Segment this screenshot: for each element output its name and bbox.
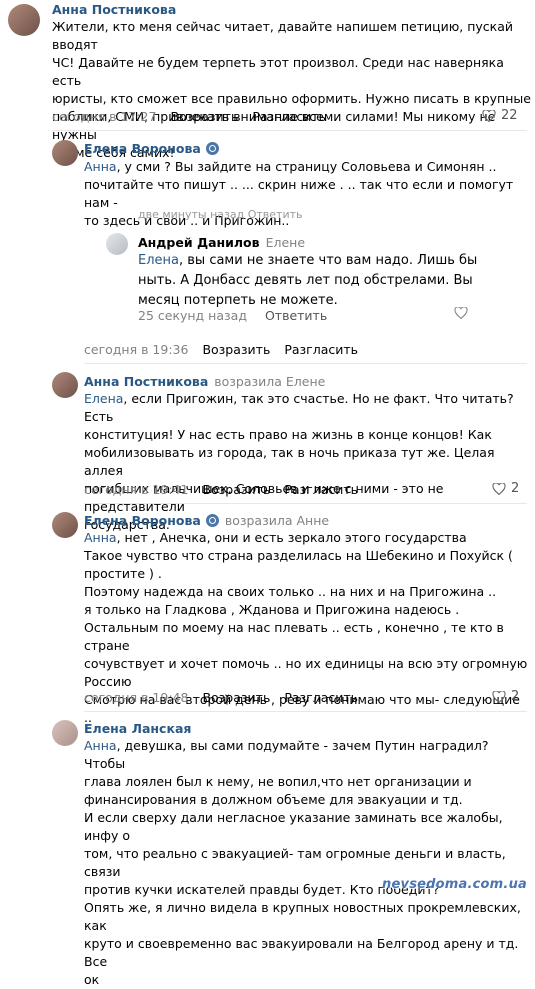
divider [84, 363, 527, 364]
avatar[interactable] [8, 4, 40, 36]
verified-badge-icon [205, 142, 219, 155]
comment-meta: сегодня в 19:48 Возразить Разгласить [84, 690, 358, 705]
share-button[interactable]: Разгласить [284, 482, 358, 497]
verified-badge-icon [205, 514, 219, 527]
comment-time[interactable]: 25 секунд назад [138, 308, 247, 323]
comment-meta: сегодня в 17:27 Возразить Разгласить [52, 109, 326, 124]
comment-author[interactable]: Елена Воронова возразила Анне [84, 513, 329, 528]
like-count: 22 [501, 108, 518, 123]
avatar[interactable] [106, 233, 128, 255]
reply-button[interactable]: Ответить [265, 308, 327, 323]
comment-text: Елена, вы сами не знаете что вам надо. Л… [138, 253, 478, 308]
heart-icon [492, 482, 506, 495]
avatar[interactable] [52, 140, 78, 166]
comment-author[interactable]: Анна Постникова [52, 2, 176, 17]
watermark: nevsedoma.com.ua [382, 877, 527, 892]
divider [84, 711, 527, 712]
comment-text: Анна, девушка, вы сами подумайте - зачем… [84, 738, 521, 987]
divider [84, 503, 527, 504]
share-button[interactable]: Разгласить [284, 690, 358, 705]
comment-author[interactable]: Елена Воронова [84, 141, 219, 156]
comment-time[interactable]: сегодня в 17:27 [52, 109, 156, 124]
share-button[interactable]: Разгласить [284, 342, 358, 357]
like-button[interactable] [454, 307, 468, 319]
divider [52, 130, 527, 131]
avatar[interactable] [52, 720, 78, 746]
comment-time[interactable]: сегодня в 19:41 [84, 482, 188, 497]
address-link[interactable]: Анна [84, 530, 117, 545]
reply-button[interactable]: Возразить [170, 109, 238, 124]
like-count: 2 [511, 481, 520, 496]
reply-button[interactable]: Возразить [202, 482, 270, 497]
comment-meta: сегодня в 19:41 Возразить Разгласить [84, 482, 358, 497]
comment-meta: сегодня в 19:36 Возразить Разгласить [84, 342, 358, 357]
address-link[interactable]: Анна [84, 159, 117, 174]
comment-time[interactable]: сегодня в 19:36 [84, 342, 188, 357]
address-link[interactable]: Елена [84, 391, 123, 406]
overlapped-meta: две минуты назад Ответить [138, 208, 303, 221]
share-button[interactable]: Разгласить [252, 109, 326, 124]
reply-button[interactable]: Возразить [202, 690, 270, 705]
like-button[interactable]: 2 [492, 481, 519, 496]
like-count: 2 [511, 689, 520, 704]
heart-icon [492, 690, 506, 703]
like-button[interactable]: 22 [482, 108, 518, 123]
comment-author[interactable]: Анна Постникова возразила Елене [84, 374, 325, 389]
avatar[interactable] [52, 372, 78, 398]
heart-icon [454, 307, 468, 319]
like-button[interactable]: 2 [492, 689, 519, 704]
avatar[interactable] [52, 512, 78, 538]
comment-author[interactable]: Андрей Данилов Елене [138, 235, 305, 250]
address-link[interactable]: Елена [138, 253, 179, 268]
comment-meta: 25 секунд назад Ответить [138, 308, 327, 323]
comment-time[interactable]: сегодня в 19:48 [84, 690, 188, 705]
comment-author[interactable]: Елена Ланская [84, 721, 191, 736]
reply-button[interactable]: Возразить [202, 342, 270, 357]
address-link[interactable]: Анна [84, 738, 117, 753]
heart-icon [482, 109, 496, 122]
